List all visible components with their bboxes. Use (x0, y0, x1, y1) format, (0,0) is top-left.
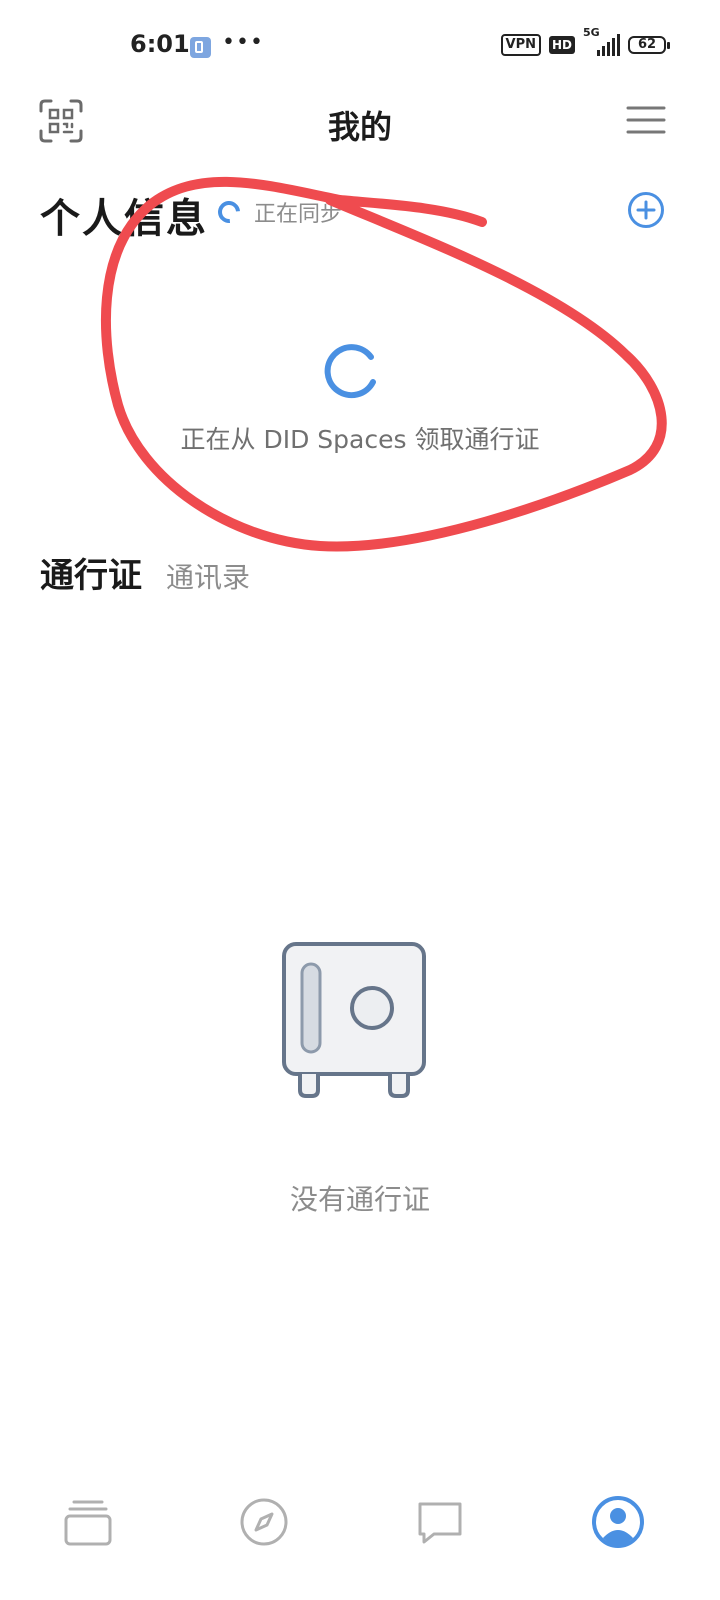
nav-messages[interactable] (412, 1494, 468, 1550)
loading-spinner-icon (324, 344, 376, 399)
chat-icon (418, 1502, 462, 1544)
nav-cards[interactable] (60, 1494, 116, 1550)
tab-passports[interactable]: 通行证 (40, 548, 142, 597)
tab-contacts[interactable]: 通讯录 (166, 556, 250, 596)
sync-status: 正在同步 (213, 196, 343, 228)
hd-badge: HD (548, 36, 575, 54)
signal-strength-icon: 5G (583, 26, 620, 56)
status-bar: 6:01 ••• VPN HD 5G 62 (0, 0, 720, 92)
nav-profile[interactable] (590, 1494, 646, 1550)
safe-icon (282, 942, 426, 1098)
status-indicators: VPN HD 5G 62 (500, 26, 670, 56)
loading-message: 正在从 DID Spaces 领取通行证 (180, 425, 540, 454)
nav-discover[interactable] (236, 1494, 292, 1550)
personal-info-title: 个人信息 (40, 196, 208, 242)
battery-icon: 62 (628, 36, 670, 54)
app-header: 我的 (0, 92, 720, 152)
sync-status-text: 正在同步 (254, 202, 343, 227)
profile-icon (592, 1496, 644, 1548)
bottom-navigation (0, 1480, 720, 1570)
compass-icon (240, 1498, 288, 1546)
cards-icon (64, 1500, 112, 1546)
page-title: 我的 (327, 108, 392, 146)
more-notifications-indicator: ••• (222, 30, 264, 55)
app-notification-icon (190, 37, 211, 58)
hamburger-menu-icon (626, 106, 666, 134)
section-tabs: 通行证 通讯录 (40, 548, 250, 597)
network-type-label: 5G (583, 26, 600, 39)
status-time: 6:01 (130, 30, 190, 58)
sync-spinner-icon (213, 196, 245, 228)
add-info-button[interactable] (626, 190, 666, 230)
empty-state-text: 没有通行证 (289, 1183, 430, 1216)
vpn-badge: VPN (500, 34, 541, 56)
plus-circle-icon (628, 192, 664, 228)
menu-button[interactable] (626, 100, 666, 140)
